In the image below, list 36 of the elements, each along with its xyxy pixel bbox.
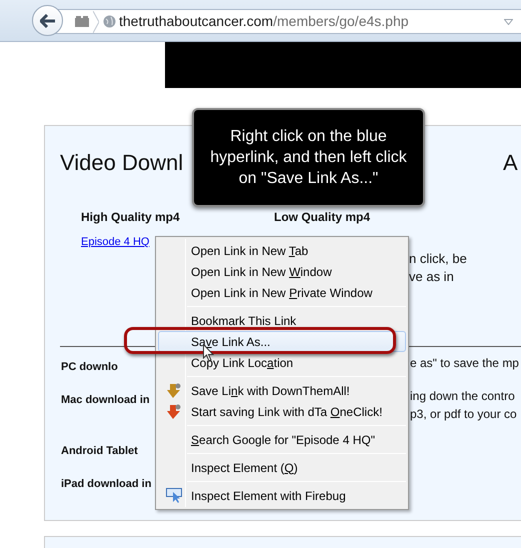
body-text: ve as in bbox=[409, 268, 455, 286]
menu-item[interactable]: Save Link with DownThemAll! bbox=[158, 380, 406, 401]
download-arrow-icon bbox=[167, 382, 181, 398]
body-text: n click, be bbox=[409, 250, 467, 268]
body-text: ing down the contro bbox=[410, 388, 516, 405]
menu-item[interactable]: Save Link As... bbox=[158, 331, 406, 352]
url-text: thetruthaboutcancer.com/members/go/e4s.php bbox=[119, 12, 409, 31]
page-icon bbox=[75, 16, 89, 27]
download-link[interactable]: Episode 4 HQ bbox=[81, 234, 150, 250]
back-button[interactable] bbox=[32, 5, 63, 36]
menu-item[interactable]: Search Google for "Episode 4 HQ" bbox=[158, 429, 406, 450]
section-heading: A bbox=[503, 149, 518, 177]
inspect-cursor-icon bbox=[166, 488, 182, 503]
menu-item[interactable]: Inspect Element (Q) bbox=[158, 457, 406, 478]
menu-item[interactable]: Open Link in New Private Window bbox=[158, 282, 406, 303]
callout-tooltip: Right click on the blue hyperlink, and then left click on "Save Link As..." bbox=[192, 108, 425, 207]
menu-item[interactable]: Copy Link Location bbox=[158, 352, 406, 373]
instruction-label: PC downlo bbox=[61, 361, 118, 373]
section-heading: Video Downl bbox=[60, 149, 184, 177]
column-title: Low Quality mp4 bbox=[274, 209, 372, 226]
instruction-label: iPad download in bbox=[61, 478, 152, 490]
menu-item[interactable]: Start saving Link with dTa OneClick! bbox=[158, 401, 406, 422]
body-text: p3, or pdf to your co bbox=[410, 406, 517, 423]
body-text: e as" to save the mp bbox=[410, 355, 519, 372]
globe-icon bbox=[103, 15, 116, 28]
menu-item[interactable]: Inspect Element with Firebug bbox=[158, 485, 406, 506]
instruction-label: Mac download in bbox=[61, 394, 150, 406]
menu-item[interactable]: Open Link in New Tab bbox=[158, 240, 406, 261]
download-arrow-icon bbox=[167, 404, 181, 420]
back-arrow-icon bbox=[40, 14, 56, 28]
instruction-label: Android Tablet bbox=[61, 445, 138, 457]
dropdown-icon[interactable] bbox=[504, 18, 513, 24]
menu-item[interactable]: Open Link in New Window bbox=[158, 261, 406, 282]
column-title: High Quality mp4 bbox=[81, 209, 181, 226]
chevron-icon bbox=[93, 10, 99, 32]
menu-item[interactable]: Bookmark This Link bbox=[158, 310, 406, 331]
